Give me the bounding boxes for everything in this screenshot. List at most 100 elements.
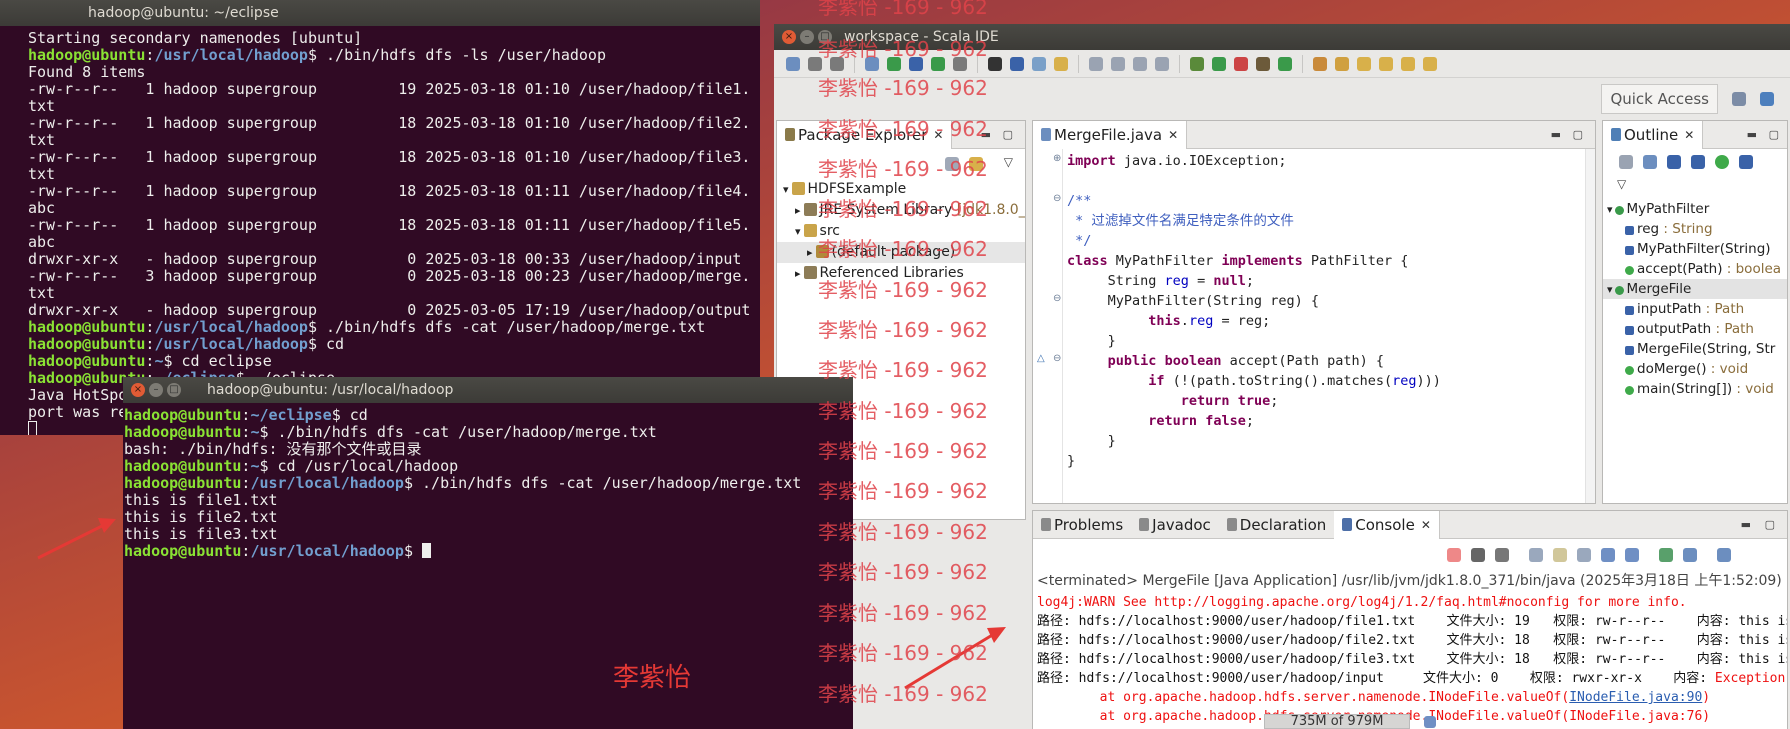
mark-occurrences-icon[interactable] bbox=[1032, 56, 1046, 71]
show-on-output-icon[interactable] bbox=[1601, 548, 1615, 562]
maximize-view-icon[interactable]: ▢ bbox=[1003, 128, 1013, 141]
terminal-window-hadoop[interactable]: × – □ hadoop@ubuntu: /usr/local/hadoop h… bbox=[123, 377, 853, 729]
pin-icon[interactable] bbox=[1335, 56, 1349, 71]
minimize-view-icon[interactable]: ▬ bbox=[1741, 518, 1751, 531]
terminal-window-eclipse[interactable]: hadoop@ubuntu: ~/eclipse Starting second… bbox=[0, 0, 760, 435]
outline-item[interactable]: doMerge() : void bbox=[1603, 359, 1787, 379]
source-link[interactable]: INodeFile.java:90 bbox=[1569, 690, 1702, 705]
scala-perspective-icon[interactable] bbox=[1760, 92, 1774, 106]
pin-console-icon[interactable] bbox=[1659, 548, 1673, 562]
fold-icon[interactable]: ⊕ bbox=[1053, 153, 1061, 164]
block-select-icon[interactable] bbox=[1089, 56, 1103, 71]
next-annotation-icon[interactable] bbox=[1357, 56, 1371, 71]
outline-item[interactable]: ▾ MyPathFilter bbox=[1603, 199, 1787, 219]
hide-nonpublic-icon[interactable] bbox=[1715, 155, 1729, 169]
perspective-icon[interactable] bbox=[1732, 92, 1746, 106]
word-wrap-icon[interactable] bbox=[1577, 548, 1591, 562]
minimize-icon[interactable]: – bbox=[800, 30, 814, 44]
tab-problems[interactable]: Problems bbox=[1033, 511, 1131, 539]
toggle-breakpoint-icon[interactable] bbox=[988, 56, 1002, 71]
trash-icon[interactable] bbox=[1424, 716, 1436, 728]
close-tab-icon[interactable]: ✕ bbox=[1168, 128, 1178, 142]
debug-icon[interactable] bbox=[1190, 56, 1204, 71]
clear-console-icon[interactable] bbox=[1529, 548, 1543, 562]
external-tools-icon[interactable] bbox=[1256, 56, 1270, 71]
hide-static-icon[interactable] bbox=[1691, 155, 1705, 169]
outline-item[interactable]: accept(Path) : boolea bbox=[1603, 259, 1787, 279]
hide-fields-icon[interactable] bbox=[1667, 155, 1681, 169]
tab-mergefile-java[interactable]: MergeFile.java ✕ bbox=[1033, 121, 1188, 149]
maximize-view-icon[interactable]: ▢ bbox=[1769, 128, 1779, 141]
outline-item[interactable]: reg : String bbox=[1603, 219, 1787, 239]
fold-icon[interactable]: ⊖ bbox=[1053, 193, 1061, 204]
toggle-comment-icon[interactable] bbox=[1133, 56, 1147, 71]
outline-item[interactable]: main(String[]) : void bbox=[1603, 379, 1787, 399]
tab-declaration[interactable]: Declaration bbox=[1219, 511, 1334, 539]
show-whitespace-icon[interactable] bbox=[1111, 56, 1125, 71]
heap-status[interactable]: 735M of 979M bbox=[1264, 714, 1410, 729]
outline-item[interactable]: inputPath : Path bbox=[1603, 299, 1787, 319]
terminal-output[interactable]: hadoop@ubuntu:~/eclipse$ cd hadoop@ubuntu… bbox=[123, 403, 853, 560]
method-icon bbox=[1625, 366, 1634, 375]
terminal-titlebar[interactable]: hadoop@ubuntu: ~/eclipse bbox=[0, 0, 760, 26]
minimize-icon[interactable]: – bbox=[149, 383, 163, 397]
maximize-view-icon[interactable]: ▢ bbox=[1573, 128, 1583, 141]
text-segment: $ ./bin/hdfs dfs -cat /user/hadoop/merge… bbox=[307, 319, 706, 336]
highlight-icon[interactable] bbox=[1054, 56, 1068, 71]
scroll-lock-icon[interactable] bbox=[1553, 548, 1567, 562]
remove-launch-icon[interactable] bbox=[1471, 548, 1485, 562]
search-icon[interactable] bbox=[1010, 56, 1024, 71]
close-icon[interactable]: × bbox=[131, 383, 145, 397]
watermark-text: 李紫怡 -169 - 962 bbox=[818, 479, 988, 503]
expand-arrow-icon[interactable]: ▸ bbox=[795, 267, 801, 280]
expand-arrow-icon[interactable]: ▸ bbox=[795, 204, 801, 217]
fold-icon[interactable]: ⊖ bbox=[1053, 293, 1061, 304]
expand-arrow-icon[interactable]: ▾ bbox=[783, 183, 789, 196]
outline-item[interactable]: ▾ MergeFile bbox=[1603, 279, 1787, 299]
expand-arrow-icon[interactable]: ▸ bbox=[807, 246, 813, 259]
minimize-view-icon[interactable]: ▬ bbox=[1747, 128, 1757, 141]
back-icon[interactable] bbox=[1401, 56, 1415, 71]
stop-icon[interactable] bbox=[1234, 56, 1248, 71]
outline-item[interactable]: MyPathFilter(String) bbox=[1603, 239, 1787, 259]
fold-icon[interactable]: ⊖ bbox=[1053, 353, 1061, 364]
display-console-icon[interactable] bbox=[1683, 548, 1697, 562]
run-icon[interactable] bbox=[1212, 56, 1226, 71]
open-console-icon[interactable] bbox=[1717, 548, 1731, 562]
minimize-view-icon[interactable]: ▬ bbox=[1551, 128, 1561, 141]
sort-icon[interactable] bbox=[1643, 155, 1657, 169]
refresh-icon[interactable] bbox=[1278, 56, 1292, 71]
format-icon[interactable] bbox=[1155, 56, 1169, 71]
prev-annotation-icon[interactable] bbox=[1379, 56, 1393, 71]
tab-outline[interactable]: Outline ✕ bbox=[1603, 121, 1704, 149]
close-tab-icon[interactable]: ✕ bbox=[1684, 128, 1694, 142]
tab-console[interactable]: Console ✕ bbox=[1334, 511, 1440, 539]
quick-access-field[interactable]: Quick Access bbox=[1601, 84, 1718, 114]
terminal-output[interactable]: Starting secondary namenodes [ubuntu] had… bbox=[0, 26, 760, 435]
outline-item[interactable]: outputPath : Path bbox=[1603, 319, 1787, 339]
console-output[interactable]: log4j:WARN See http://logging.apache.org… bbox=[1033, 593, 1787, 726]
forward-icon[interactable] bbox=[1423, 56, 1437, 71]
editor-scrollbar[interactable] bbox=[1585, 149, 1595, 503]
terminal-titlebar[interactable]: × – □ hadoop@ubuntu: /usr/local/hadoop bbox=[123, 377, 853, 403]
collapse-all-icon[interactable] bbox=[1619, 155, 1633, 169]
new-icon[interactable] bbox=[786, 56, 800, 71]
expand-arrow-icon[interactable]: ▾ bbox=[1607, 203, 1613, 216]
show-on-error-icon[interactable] bbox=[1625, 548, 1639, 562]
close-icon[interactable]: × bbox=[782, 30, 796, 44]
close-tab-icon[interactable]: ✕ bbox=[1421, 518, 1431, 532]
view-menu-icon[interactable]: ▽ bbox=[1004, 155, 1013, 169]
open-task-icon[interactable] bbox=[1313, 56, 1327, 71]
code-area[interactable]: import java.io.IOException; /** * 过滤掉文件名满… bbox=[1067, 151, 1595, 471]
remove-all-icon[interactable] bbox=[1495, 548, 1509, 562]
expand-arrow-icon[interactable]: ▾ bbox=[795, 225, 801, 238]
maximize-view-icon[interactable]: ▢ bbox=[1765, 518, 1775, 531]
tab-javadoc[interactable]: Javadoc bbox=[1131, 511, 1219, 539]
text-segment bbox=[1067, 373, 1148, 389]
view-menu-icon[interactable]: ▽ bbox=[1617, 177, 1626, 191]
maximize-icon[interactable]: □ bbox=[167, 383, 181, 397]
terminate-icon[interactable] bbox=[1447, 548, 1461, 562]
outline-item[interactable]: MergeFile(String, Str bbox=[1603, 339, 1787, 359]
expand-arrow-icon[interactable]: ▾ bbox=[1607, 283, 1613, 296]
hide-local-types-icon[interactable] bbox=[1739, 155, 1753, 169]
